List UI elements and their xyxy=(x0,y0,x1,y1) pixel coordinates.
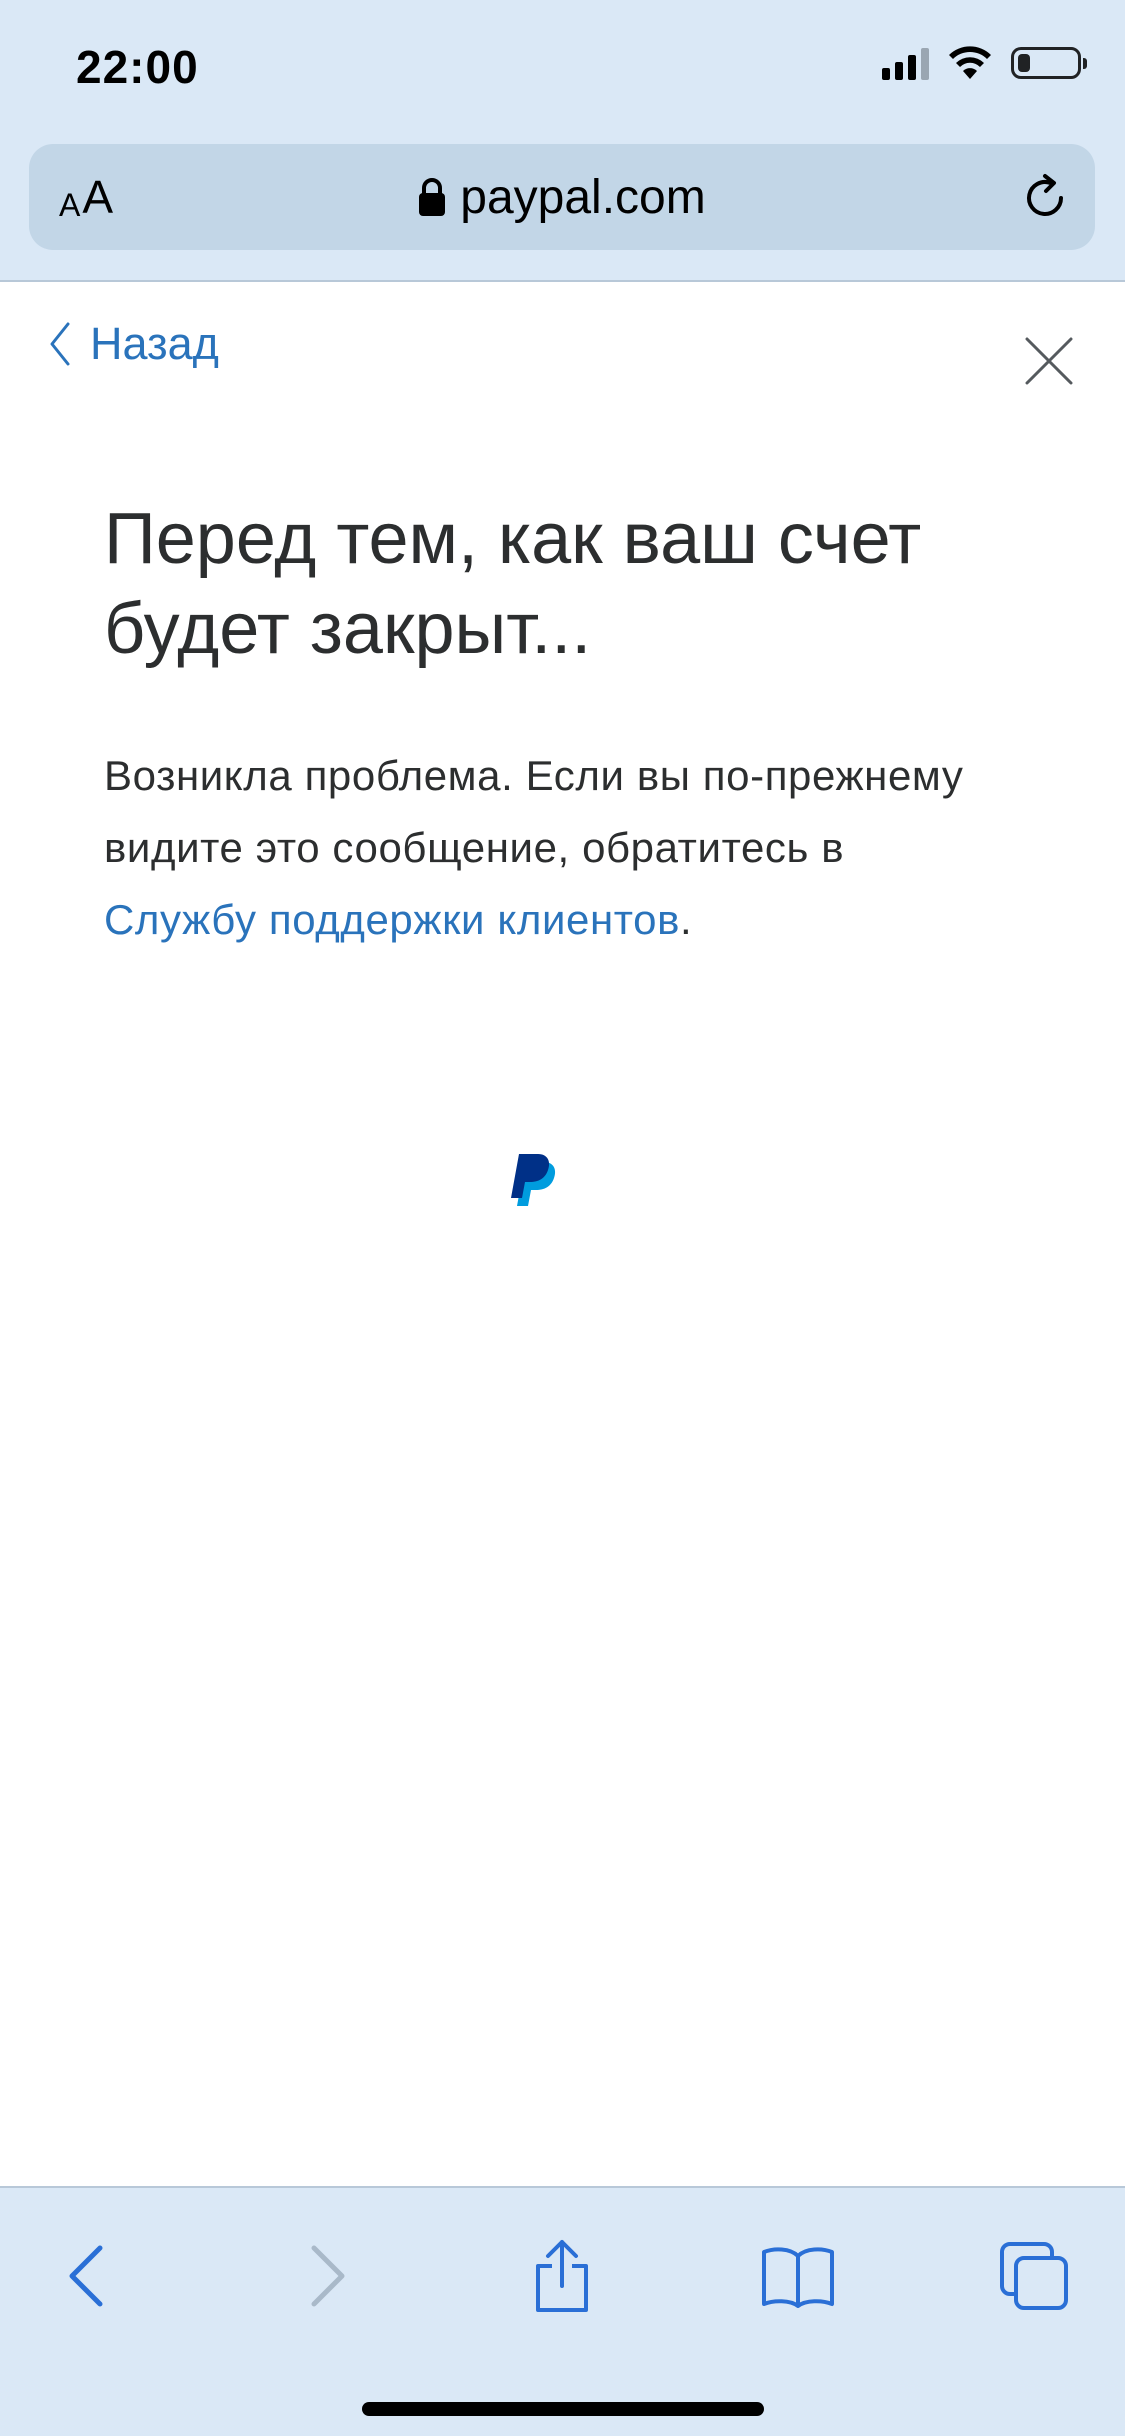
share-button[interactable] xyxy=(522,2236,602,2316)
text-size-button[interactable]: AA xyxy=(59,170,113,224)
browser-back-button[interactable] xyxy=(46,2236,126,2316)
tabs-icon xyxy=(1000,2242,1068,2310)
battery-icon xyxy=(1011,47,1087,79)
status-icons xyxy=(882,46,1087,80)
book-icon xyxy=(762,2247,834,2308)
paypal-logo-icon xyxy=(511,1154,556,1206)
browser-bottom-toolbar xyxy=(0,2186,1125,2436)
close-icon[interactable] xyxy=(1024,336,1074,386)
battery-level xyxy=(1018,54,1030,72)
error-message-text: Возникла проблема. Если вы по-прежнему в… xyxy=(104,752,964,871)
customer-support-link[interactable]: Службу поддержки клиентов xyxy=(104,896,680,943)
home-indicator[interactable] xyxy=(362,2402,764,2416)
lock-icon xyxy=(419,178,446,216)
bookmarks-button[interactable] xyxy=(758,2236,838,2316)
address-bar[interactable]: AA paypal.com xyxy=(29,144,1095,250)
text-size-label-large: A xyxy=(82,171,114,223)
wifi-icon xyxy=(949,46,991,79)
reload-icon[interactable] xyxy=(1017,170,1073,226)
share-icon xyxy=(536,2240,588,2312)
cellular-signal-icon xyxy=(882,46,929,80)
chevron-left-icon xyxy=(69,2245,103,2307)
page-title: Перед тем, как ваш счет будет закрыт... xyxy=(104,499,922,669)
chevron-right-icon xyxy=(311,2245,345,2307)
url-display: paypal.com xyxy=(29,144,1095,250)
browser-top-chrome: 22:00 AA paypal.com xyxy=(0,0,1125,282)
back-link[interactable]: Назад xyxy=(48,318,219,370)
back-link-label: Назад xyxy=(90,318,219,369)
chevron-left-icon xyxy=(50,322,70,366)
error-message: Возникла проблема. Если вы по-прежнему в… xyxy=(104,740,964,956)
browser-forward-button[interactable] xyxy=(288,2236,368,2316)
tabs-button[interactable] xyxy=(994,2236,1074,2316)
error-message-end: . xyxy=(680,896,693,943)
status-time: 22:00 xyxy=(76,41,199,93)
text-size-label-small: A xyxy=(59,187,81,223)
url-text: paypal.com xyxy=(460,170,706,224)
